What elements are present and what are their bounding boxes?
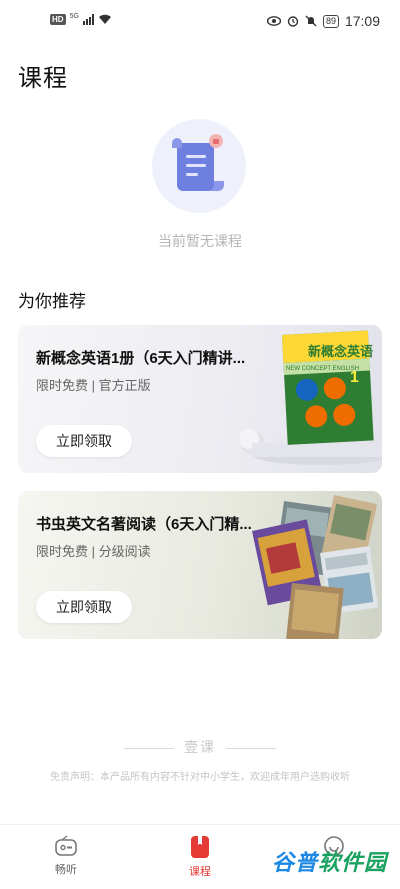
claim-button[interactable]: 立即领取: [36, 425, 132, 457]
battery-indicator: 89: [322, 14, 339, 28]
status-left: HD 5G: [50, 13, 112, 25]
wifi-icon: [98, 14, 111, 24]
mute-icon: [305, 15, 317, 27]
nav-label: 畅听: [55, 864, 77, 876]
empty-state-illustration: [152, 119, 246, 213]
eye-icon: [266, 16, 281, 26]
watermark-text-a: 谷普: [272, 850, 319, 875]
book-volume: 1: [350, 369, 359, 386]
course-card-new-concept-english[interactable]: 新概念英语1册（6天入门精讲... 限时免费 | 官方正版 立即领取 新概念英语…: [18, 325, 382, 473]
nav-item-course[interactable]: 课程: [160, 835, 240, 879]
disclaimer-text: 免责声明：本产品所有内容不针对中小学生，欢迎成年用户选购收听: [50, 772, 350, 783]
course-icon: [191, 836, 209, 858]
empty-state-text: 当前暂无课程: [158, 233, 242, 249]
network-type: 5G: [69, 13, 79, 20]
footer-brand: 壹课: [0, 737, 400, 757]
page-title: 课程: [18, 65, 68, 92]
course-card-subtitle: 限时免费 | 分级阅读: [36, 544, 151, 559]
signal-icon: [82, 14, 94, 25]
status-bar: HD 5G 89 17:09: [0, 0, 400, 44]
book-cover-new-concept-english: 新概念英语 NEW CONCEPT ENGLISH 1: [239, 330, 382, 465]
claim-button[interactable]: 立即领取: [36, 591, 132, 623]
document-lock-icon: [172, 134, 224, 191]
radio-icon: [55, 835, 77, 856]
course-card-subtitle: 限时免费 | 官方正版: [36, 378, 151, 393]
course-card-bookworm[interactable]: 书虫英文名著阅读（6天入门精... 限时免费 | 分级阅读 立即领取: [18, 491, 382, 639]
watermark-text-b: 软件园: [318, 850, 388, 875]
hd-badge: HD: [50, 14, 66, 25]
status-time: 17:09: [344, 13, 380, 29]
book-covers-bookworm: [252, 494, 379, 639]
nav-item-listen[interactable]: 畅听: [26, 835, 106, 877]
alarm-icon: [287, 16, 299, 27]
book-subtitle: NEW CONCEPT ENGLISH: [286, 366, 359, 372]
section-title-recommend: 为你推荐: [18, 292, 86, 311]
status-right: 89 17:09: [266, 13, 380, 29]
nav-label: 课程: [189, 866, 211, 878]
watermark: 谷普软件园: [272, 845, 387, 877]
book-title: 新概念英语: [308, 344, 373, 359]
